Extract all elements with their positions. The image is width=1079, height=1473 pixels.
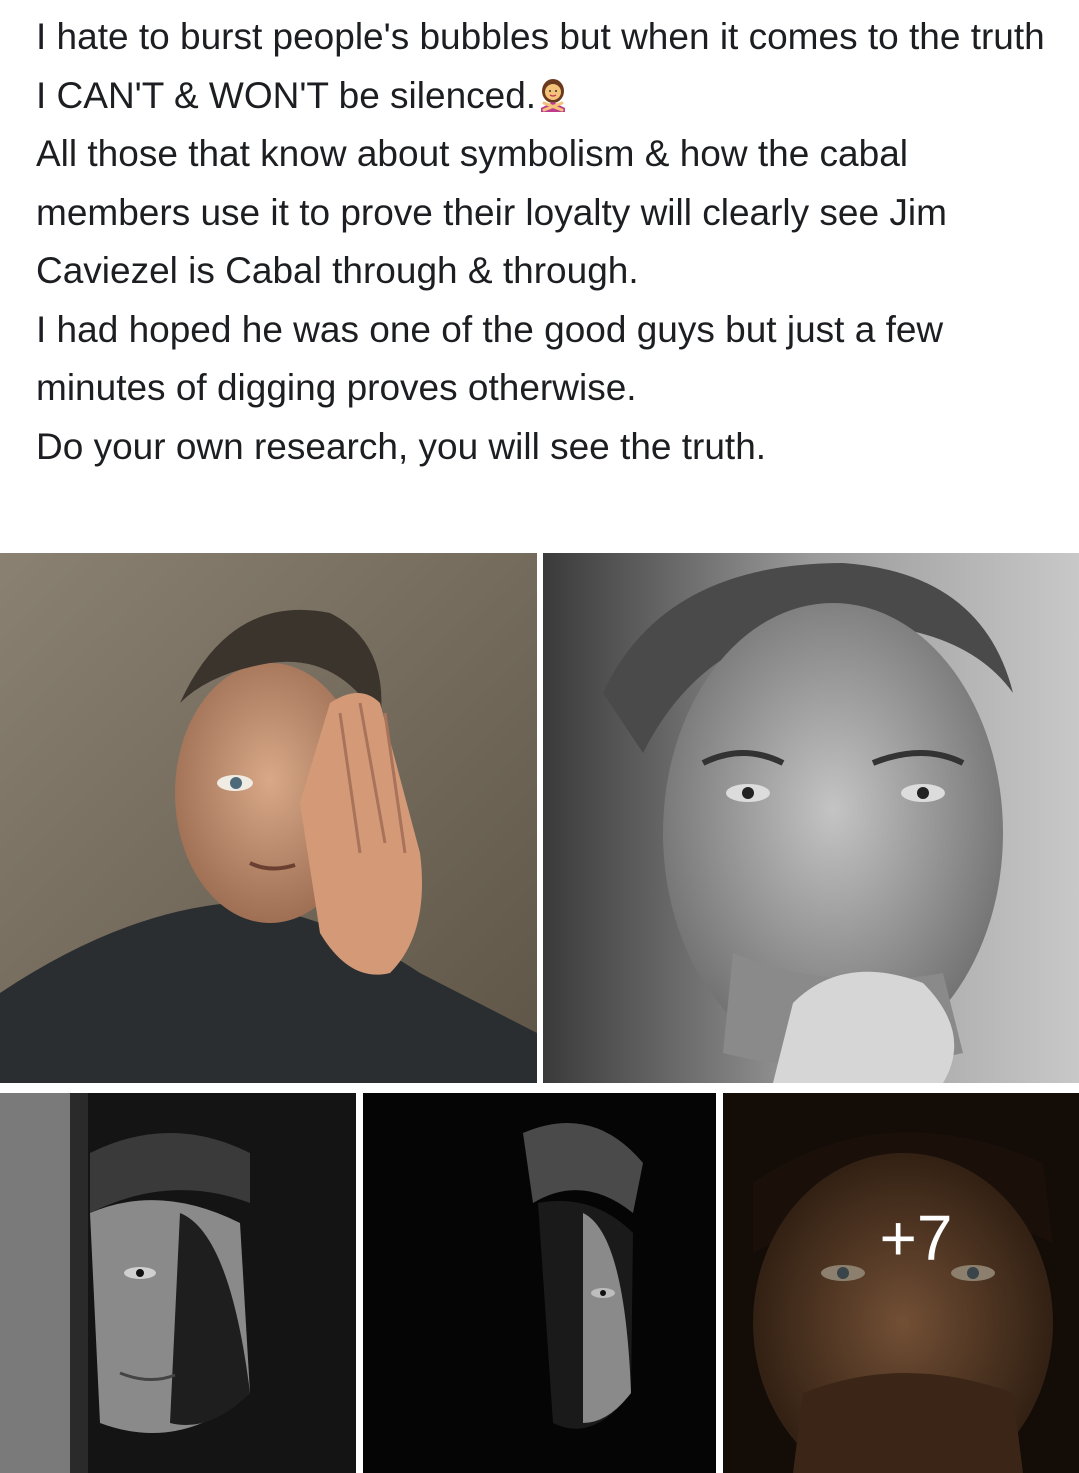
photo-2[interactable]: [543, 553, 1079, 1083]
photo-5-more[interactable]: +7: [723, 1093, 1079, 1473]
photo-1[interactable]: [0, 553, 537, 1083]
photo-3[interactable]: [0, 1093, 356, 1473]
post-line-1: I hate to burst people's bubbles but whe…: [36, 16, 1045, 116]
post-line-4: Do your own research, you will see the t…: [36, 425, 767, 467]
more-photos-count: +7: [879, 1202, 953, 1274]
photo-4[interactable]: [363, 1093, 716, 1473]
post-line-2: All those that know about symbolism & ho…: [36, 133, 947, 291]
more-photos-overlay[interactable]: +7: [723, 1093, 1079, 1473]
post-line-3: I had hoped he was one of the good guys …: [36, 308, 944, 409]
post-text: I hate to burst people's bubbles but whe…: [36, 8, 1056, 476]
photo-grid: +7: [0, 553, 1079, 1473]
woman-gesturing-no-icon: [538, 71, 568, 112]
